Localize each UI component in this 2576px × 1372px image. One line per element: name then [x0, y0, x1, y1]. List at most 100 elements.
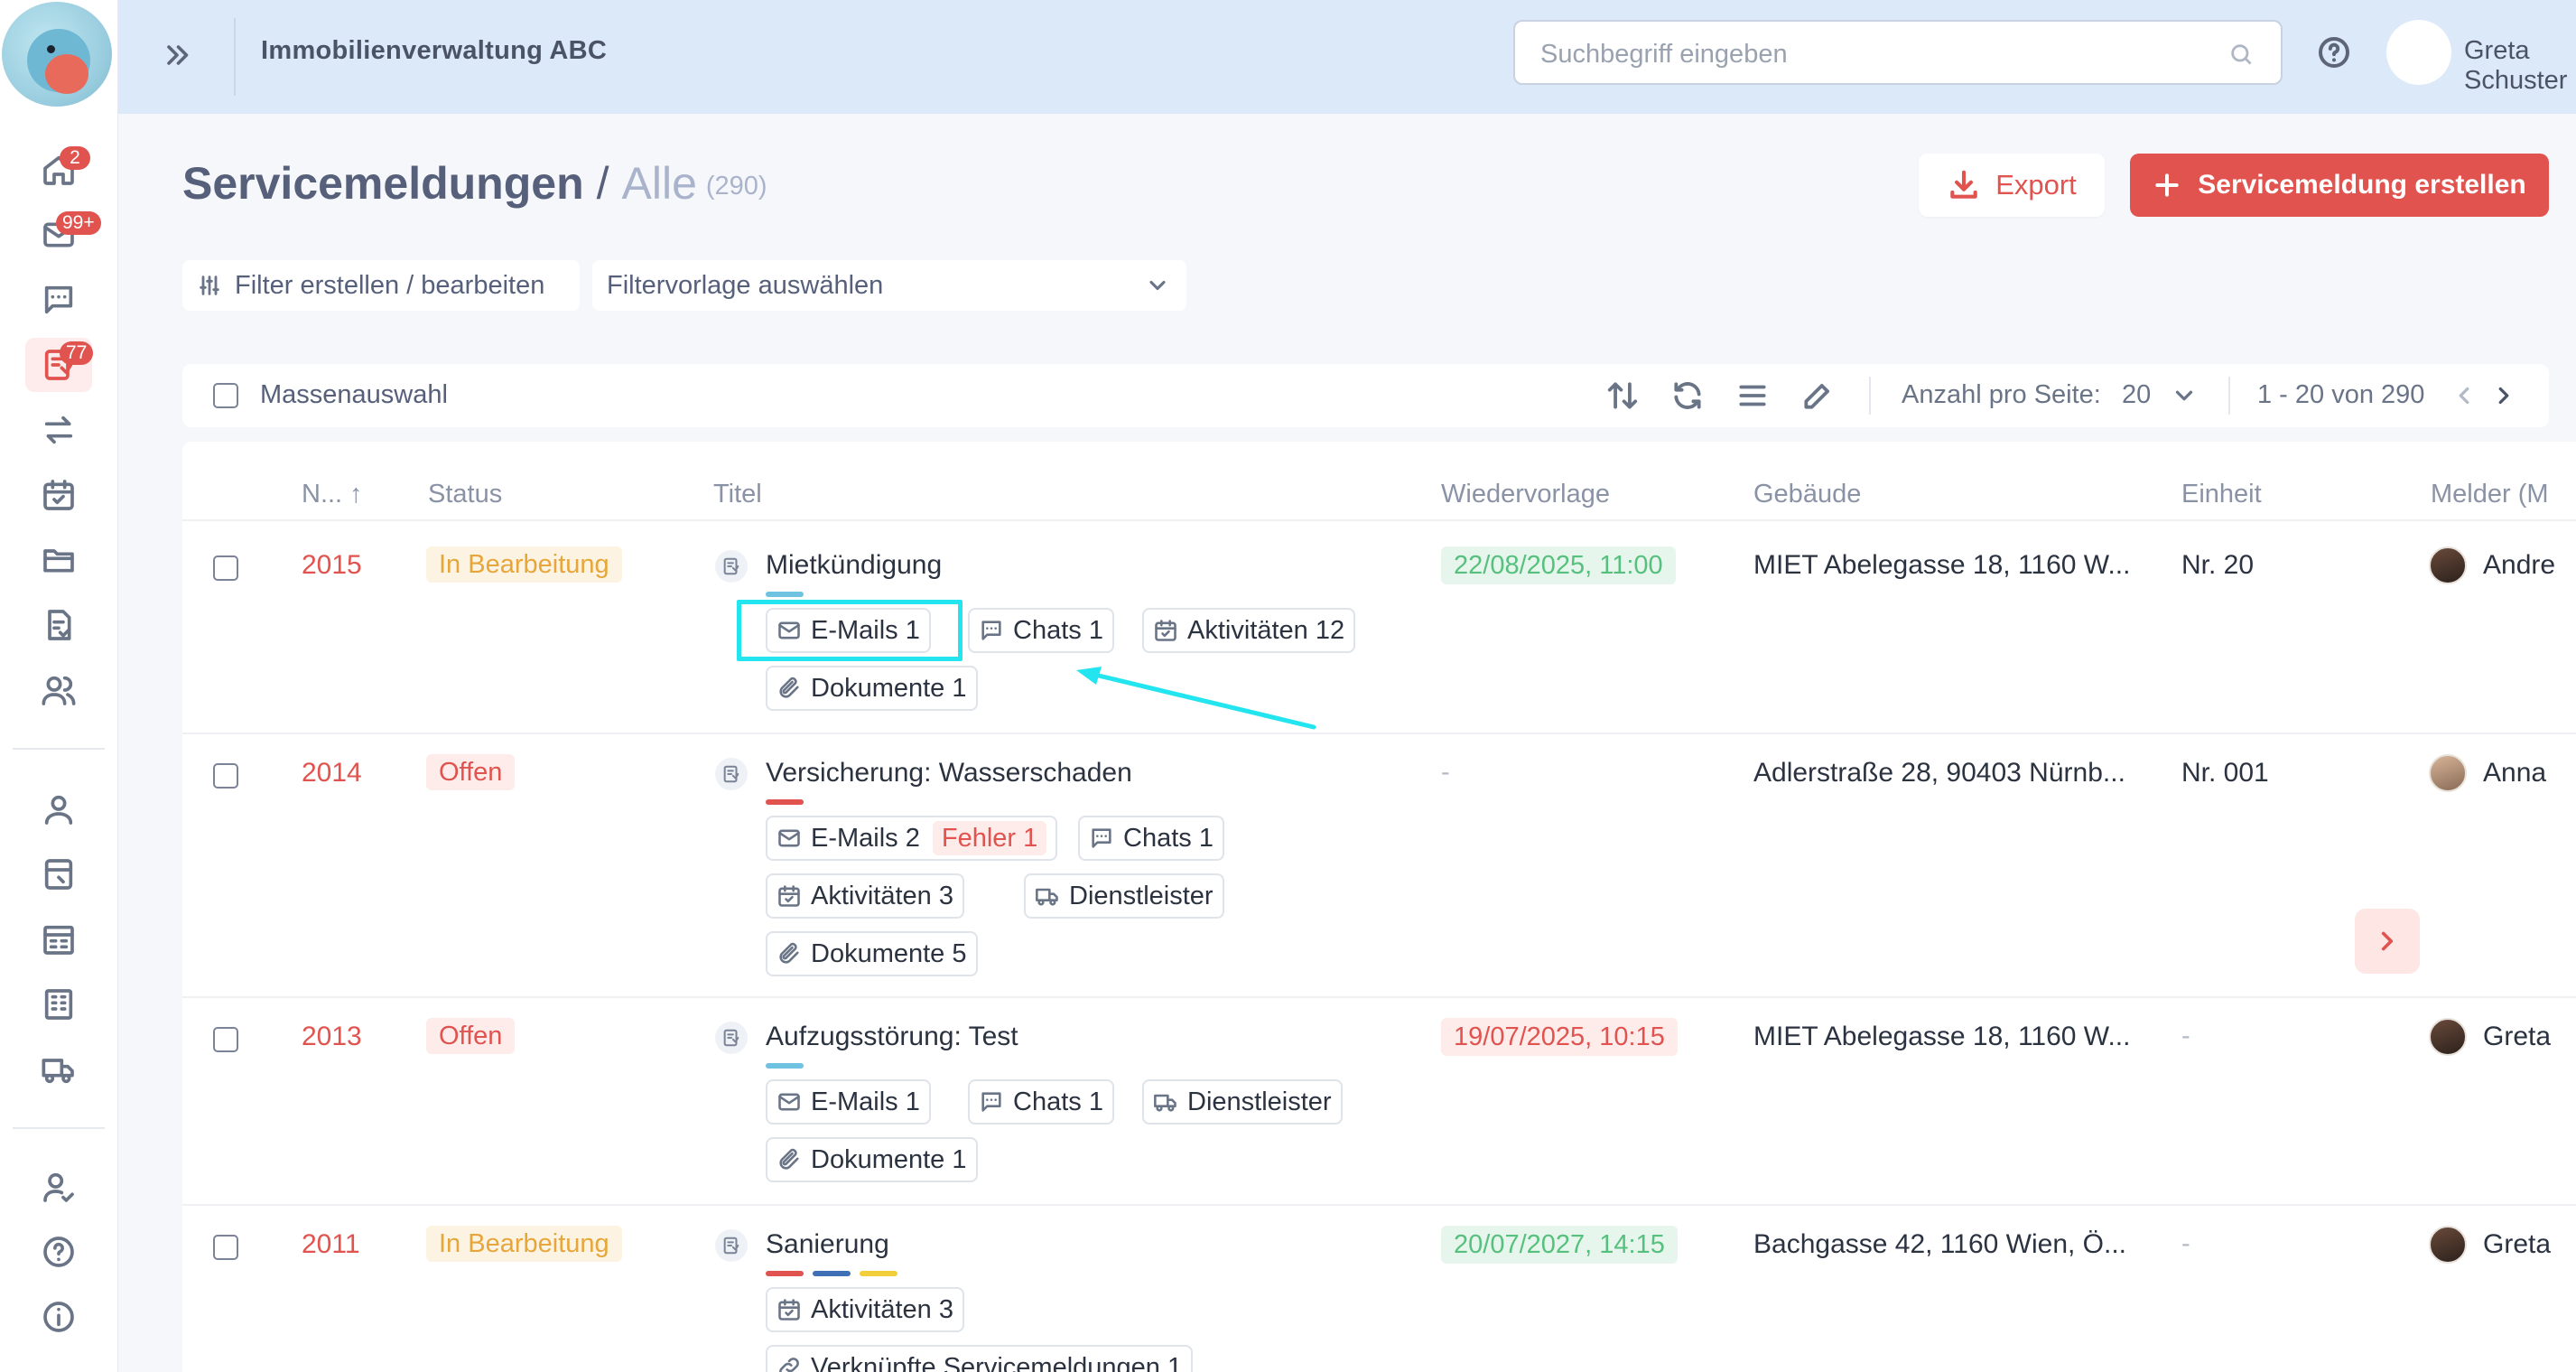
nav-calendar[interactable]	[25, 468, 92, 522]
expand-sidebar-button[interactable]	[154, 33, 200, 78]
per-page-value[interactable]: 20	[2122, 380, 2151, 410]
reporter-cell[interactable]: Greta	[2429, 1226, 2551, 1264]
edit-button[interactable]	[1799, 377, 1837, 415]
column-header-due[interactable]: Wiedervorlage	[1441, 480, 1610, 509]
nav-providers[interactable]	[25, 1042, 92, 1097]
reporter-cell[interactable]: Andre	[2429, 546, 2555, 584]
nav-divider-2	[13, 1127, 105, 1129]
logo-bird-eye	[47, 45, 55, 53]
column-header-title[interactable]: Titel	[713, 480, 762, 509]
reporter-cell[interactable]: Greta	[2429, 1018, 2551, 1056]
refresh-button[interactable]	[1669, 377, 1706, 415]
chip-link[interactable]: Verknüpfte Servicemeldungen 1	[766, 1345, 1194, 1372]
paperclip-icon	[779, 942, 799, 964]
nav-service-requests[interactable]: 77	[25, 338, 94, 392]
pagination-range: 1 - 20 von 290	[2257, 380, 2425, 409]
nav-user-settings[interactable]	[25, 1160, 92, 1214]
reporter-cell[interactable]: Anna	[2429, 754, 2546, 792]
chip-mail[interactable]: E-Mails 1	[766, 1079, 931, 1125]
chip-chat[interactable]: Chats 1	[968, 608, 1114, 653]
filter-template-select[interactable]: Filtervorlage auswählen	[592, 260, 1186, 311]
unit-cell[interactable]: Nr. 001	[2181, 758, 2269, 789]
row-checkbox[interactable]	[213, 555, 238, 581]
nav-home[interactable]: 2	[25, 143, 92, 197]
column-header-building[interactable]: Gebäude	[1753, 480, 1861, 509]
chip-truck[interactable]: Dienstleister	[1024, 873, 1224, 919]
previous-page-button[interactable]	[2450, 382, 2478, 409]
nav-mail[interactable]: 99+	[25, 208, 101, 262]
unit-cell[interactable]: Nr. 20	[2181, 550, 2254, 581]
row-number[interactable]: 2015	[302, 550, 362, 581]
nav-chat[interactable]	[25, 273, 92, 327]
column-header-unit[interactable]: Einheit	[2181, 480, 2262, 509]
user-name[interactable]: Greta Schuster	[2464, 36, 2576, 96]
chip-calendar[interactable]: Aktivitäten 3	[766, 1287, 964, 1332]
chip-calendar[interactable]: Aktivitäten 12	[1142, 608, 1356, 653]
nav-contract[interactable]	[25, 847, 92, 901]
building-cell[interactable]: MIET Abelegasse 18, 1160 W...	[1753, 550, 2130, 581]
nav-apartment[interactable]	[25, 977, 92, 1031]
row-title[interactable]: Aufzugsstörung: Test	[766, 1022, 1018, 1052]
create-service-request-button[interactable]: Servicemeldung erstellen	[2130, 154, 2549, 217]
column-header-status[interactable]: Status	[428, 480, 502, 509]
nav-users[interactable]	[25, 663, 92, 717]
nav-person[interactable]	[25, 782, 92, 836]
chip-label: Verknüpfte Servicemeldungen 1	[811, 1352, 1183, 1372]
app-logo[interactable]	[2, 2, 112, 107]
building-icon	[43, 925, 74, 955]
sort-button[interactable]	[1604, 377, 1641, 415]
chip-truck[interactable]: Dienstleister	[1142, 1079, 1343, 1125]
mass-select-label[interactable]: Massenauswahl	[260, 380, 448, 410]
nav-building[interactable]	[25, 912, 92, 966]
nav-folder[interactable]	[25, 533, 92, 587]
chip-paperclip[interactable]: Dokumente 5	[766, 931, 978, 976]
row-number[interactable]: 2013	[302, 1022, 362, 1052]
nav-transfer[interactable]	[25, 403, 92, 457]
column-header-number[interactable]: N... ↑	[302, 480, 363, 509]
service-request-icon	[715, 550, 748, 583]
nav-help[interactable]	[25, 1225, 92, 1279]
building-cell[interactable]: MIET Abelegasse 18, 1160 W...	[1753, 1022, 2130, 1052]
row-divider	[182, 996, 2576, 998]
row-title[interactable]: Mietkündigung	[766, 550, 942, 581]
chip-calendar[interactable]: Aktivitäten 3	[766, 873, 964, 919]
row-checkbox[interactable]	[213, 1027, 238, 1052]
download-icon	[1950, 170, 1977, 199]
building-cell[interactable]: Adlerstraße 28, 90403 Nürnb...	[1753, 758, 2125, 789]
next-page-button[interactable]	[2490, 382, 2517, 409]
per-page-dropdown[interactable]	[2171, 382, 2198, 409]
help-button[interactable]	[2316, 34, 2352, 70]
calendar-icon	[778, 1299, 800, 1321]
scroll-right-button[interactable]	[2355, 909, 2420, 974]
search-icon[interactable]	[2228, 42, 2254, 67]
row-checkbox[interactable]	[213, 1235, 238, 1260]
chip-chat[interactable]: Chats 1	[1078, 816, 1224, 861]
search-input[interactable]	[1540, 38, 2172, 70]
chip-label: Dokumente 5	[811, 938, 967, 968]
row-number[interactable]: 2011	[302, 1229, 360, 1260]
reporter-name: Anna	[2483, 758, 2547, 788]
chip-paperclip[interactable]: Dokumente 1	[766, 666, 978, 711]
reporter-avatar	[2429, 1018, 2467, 1056]
contract-icon	[44, 859, 73, 890]
chip-paperclip[interactable]: Dokumente 1	[766, 1137, 978, 1182]
chip-mail[interactable]: E-Mails 2 Fehler 1	[766, 816, 1058, 861]
nav-documents[interactable]	[25, 598, 92, 652]
create-button-label: Servicemeldung erstellen	[2198, 170, 2526, 200]
columns-button[interactable]	[1734, 377, 1772, 415]
breadcrumb-separator: /	[596, 158, 609, 209]
row-number[interactable]: 2014	[302, 758, 362, 789]
user-avatar[interactable]	[2386, 20, 2451, 85]
row-title[interactable]: Versicherung: Wasserschaden	[766, 758, 1132, 789]
chip-chat[interactable]: Chats 1	[968, 1079, 1114, 1125]
nav-home-badge: 2	[60, 146, 90, 170]
chevron-right-icon	[2498, 387, 2509, 405]
building-cell[interactable]: Bachgasse 42, 1160 Wien, Ö...	[1753, 1229, 2126, 1260]
row-title[interactable]: Sanierung	[766, 1229, 889, 1260]
nav-info[interactable]	[25, 1290, 92, 1344]
mass-select-checkbox[interactable]	[213, 383, 238, 408]
export-button[interactable]: Export	[1919, 154, 2105, 217]
row-checkbox[interactable]	[213, 763, 238, 789]
column-header-reporter[interactable]: Melder (M	[2431, 480, 2549, 509]
edit-filter-button[interactable]: Filter erstellen / bearbeiten	[182, 260, 580, 311]
